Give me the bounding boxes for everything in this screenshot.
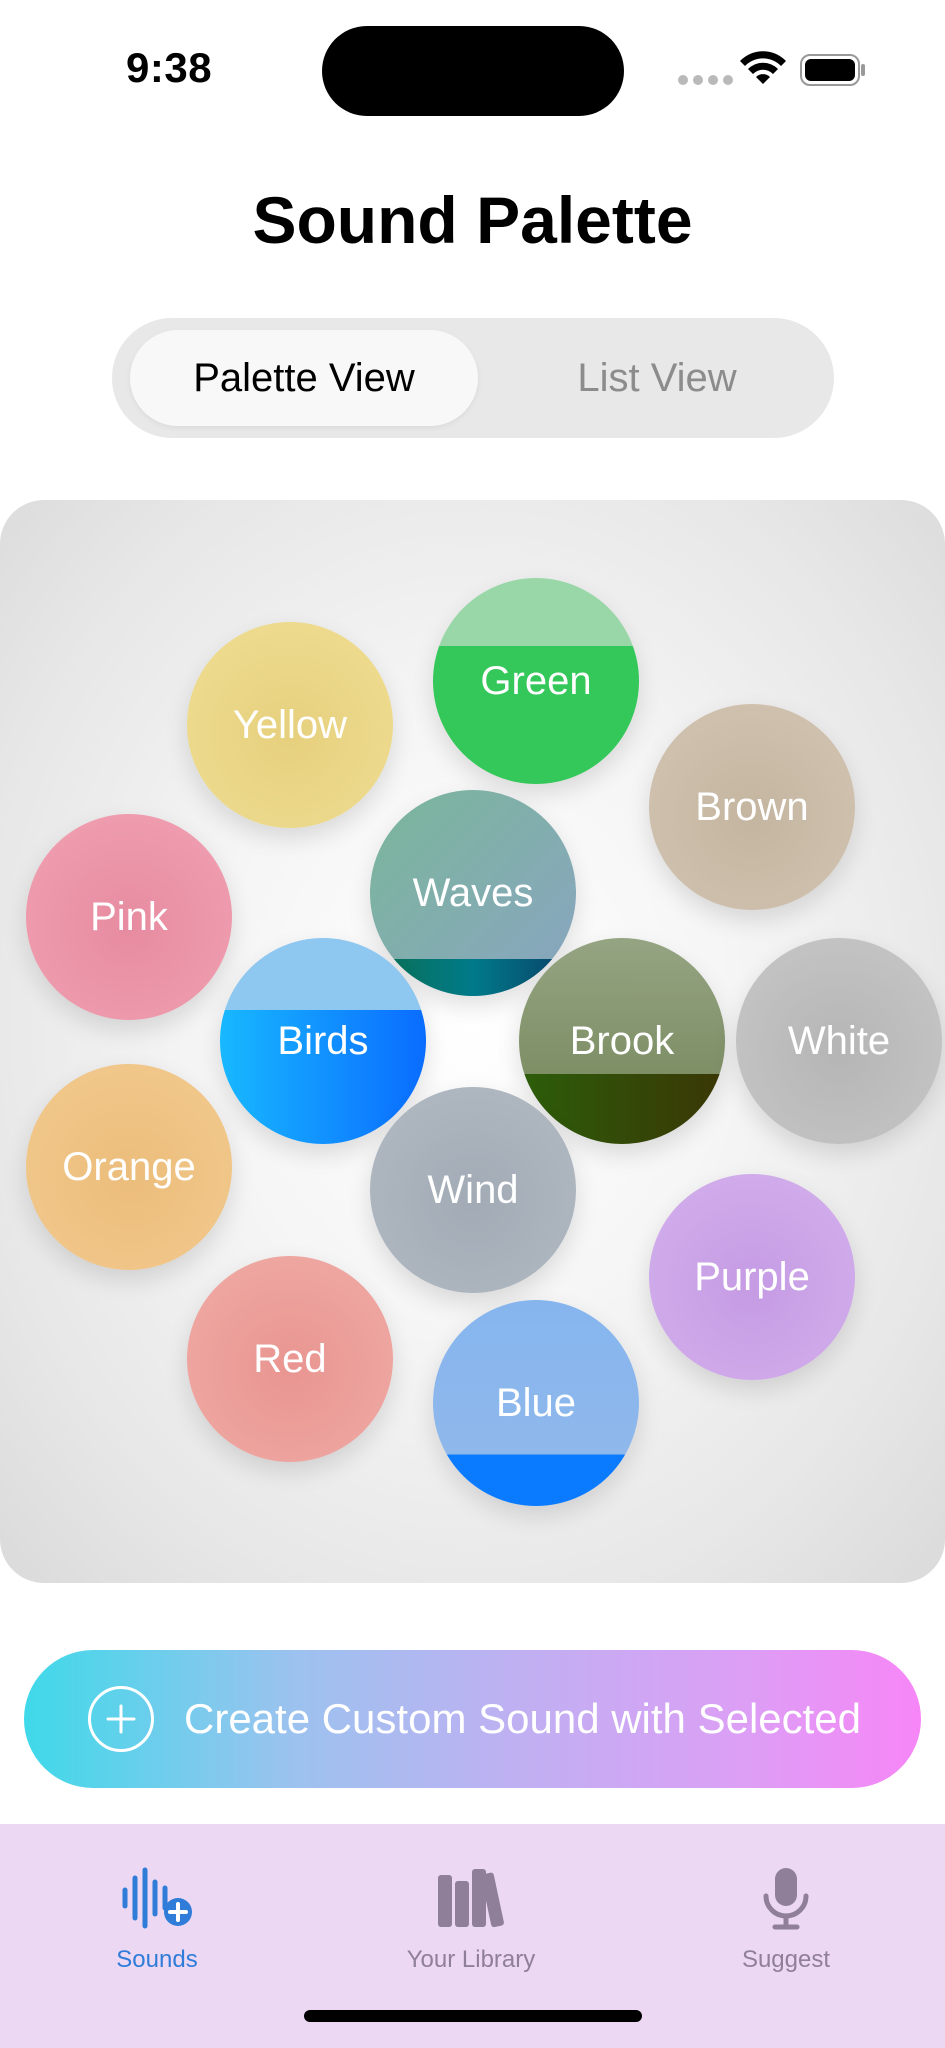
view-segmented-control: Palette View List View (112, 318, 834, 438)
waveform-plus-icon (119, 1864, 195, 1932)
bubble-label: Green (480, 658, 592, 703)
page-title: Sound Palette (252, 183, 693, 257)
sound-bubble-wind[interactable]: Wind (370, 1087, 576, 1293)
sound-bubble-red[interactable]: Red (187, 1256, 393, 1462)
home-indicator[interactable] (304, 2010, 642, 2022)
sound-bubble-orange[interactable]: Orange (26, 1064, 232, 1270)
sound-bubble-pink[interactable]: Pink (26, 814, 232, 1020)
sound-bubble-blue[interactable]: Blue (433, 1300, 639, 1506)
sound-bubble-yellow[interactable]: Yellow (187, 622, 393, 828)
sound-palette-area: Yellow Green Brown Pink Waves Birds Broo… (0, 500, 945, 1583)
bubble-label: Waves (412, 870, 534, 915)
dynamic-island (322, 26, 624, 116)
tab-suggest-label: Suggest (741, 1946, 831, 1973)
segment-palette-view[interactable]: Palette View (130, 330, 478, 426)
bubble-label: Pink (90, 894, 168, 939)
sound-bubble-brook[interactable]: Brook (519, 938, 725, 1144)
sound-bubble-purple[interactable]: Purple (649, 1174, 855, 1380)
tab-suggest[interactable]: Suggest (666, 1864, 906, 1974)
sound-bubble-waves[interactable]: Waves (370, 790, 576, 996)
tab-sounds-label: Sounds (116, 1946, 198, 1973)
cellular-signal-icon (678, 75, 733, 85)
bubble-label: Purple (694, 1254, 810, 1299)
bubble-label: Red (253, 1336, 327, 1381)
bubble-label: Yellow (232, 702, 348, 747)
status-time: 9:38 (126, 44, 213, 91)
bubble-label: Orange (62, 1144, 196, 1189)
tab-sounds[interactable]: Sounds (37, 1864, 277, 1974)
tab-your-library[interactable]: Your Library (351, 1864, 591, 1974)
bubble-label: Brown (695, 784, 809, 829)
bubble-label: Wind (427, 1167, 519, 1212)
create-custom-sound-button[interactable]: Create Custom Sound with Selected (24, 1650, 921, 1788)
sound-bubble-green[interactable]: Green (433, 578, 639, 784)
battery-icon (800, 54, 865, 86)
bubble-label: Birds (277, 1018, 369, 1063)
tab-your-library-label: Your Library (406, 1946, 536, 1973)
sound-bubble-white[interactable]: White (736, 938, 942, 1144)
bubble-label: White (787, 1018, 891, 1063)
microphone-icon (748, 1864, 824, 1932)
books-icon (433, 1864, 509, 1932)
sound-bubble-birds[interactable]: Birds (220, 938, 426, 1144)
plus-circle-icon (88, 1686, 154, 1752)
segment-list-view[interactable]: List View (496, 330, 818, 426)
bubble-label: Brook (569, 1018, 675, 1063)
create-custom-sound-label: Create Custom Sound with Selected (184, 1695, 862, 1742)
sound-bubble-brown[interactable]: Brown (649, 704, 855, 910)
bubble-label: Blue (495, 1380, 577, 1425)
wifi-icon (740, 51, 786, 84)
